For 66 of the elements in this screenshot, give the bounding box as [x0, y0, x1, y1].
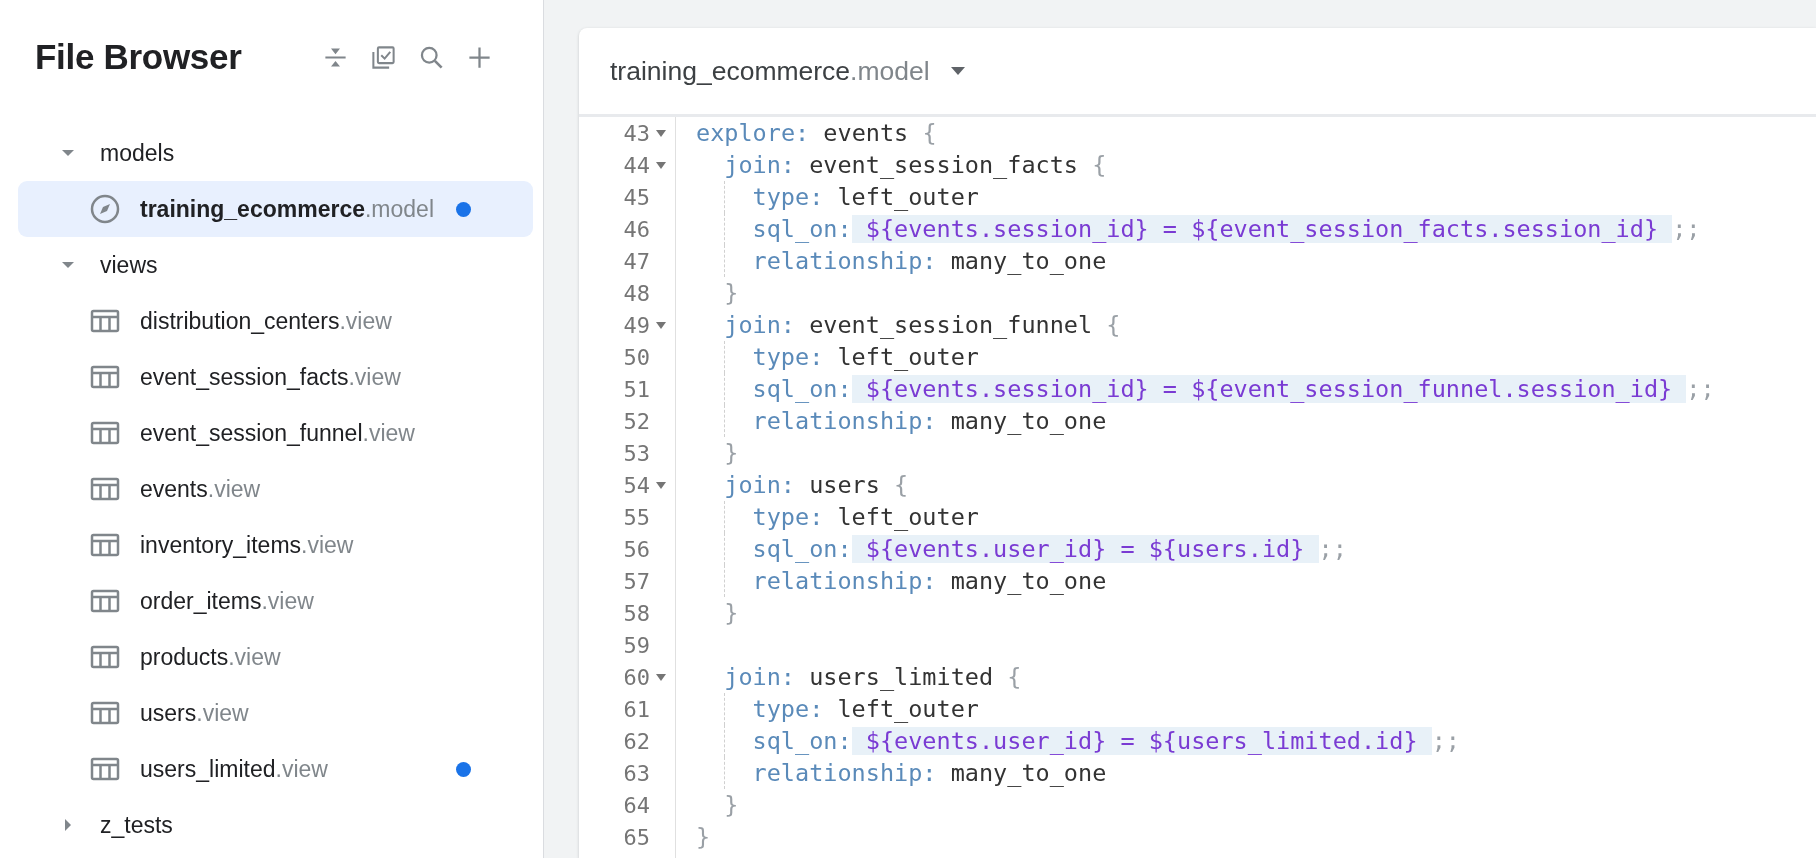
code-line: join: users { — [723, 470, 910, 501]
line-number: 59 — [622, 632, 650, 658]
line-number: 54 — [622, 472, 650, 498]
file-item[interactable]: events.view — [18, 461, 533, 517]
panel-title: File Browser — [35, 37, 242, 77]
line-number: 63 — [622, 760, 650, 786]
file-item[interactable]: training_ecommerce.model — [18, 181, 533, 237]
line-number: 44 — [622, 152, 650, 178]
file-item[interactable]: users_limited.view — [18, 741, 533, 797]
file-item[interactable]: event_session_funnel.view — [18, 405, 533, 461]
code-line: } — [723, 598, 740, 629]
line-number: 64 — [622, 792, 650, 818]
caret-icon — [949, 66, 966, 76]
file-dropdown[interactable]: training_ecommerce.model — [610, 51, 966, 91]
code-line: type: left_outer — [696, 181, 1715, 213]
code-line: join: event_session_funnel { — [723, 310, 1122, 341]
line-number: 48 — [622, 280, 650, 306]
line-number: 53 — [622, 440, 650, 466]
file-item[interactable]: order_items.view — [18, 573, 533, 629]
file-item[interactable]: users.view — [18, 685, 533, 741]
file-item[interactable]: inventory_items.view — [18, 517, 533, 573]
line-number: 51 — [622, 376, 650, 402]
checkbox-stack-icon[interactable] — [370, 43, 397, 71]
line-number: 58 — [622, 600, 650, 626]
code-line: } — [723, 438, 740, 469]
code-line: type: left_outer — [696, 341, 1715, 373]
fold-icon[interactable] — [656, 321, 666, 329]
code-line: join: users_limited { — [723, 662, 1023, 693]
folder-item[interactable]: z_tests — [0, 797, 543, 853]
file-item[interactable]: event_session_facts.view — [18, 349, 533, 405]
line-number: 56 — [622, 536, 650, 562]
code-line: sql_on: ${events.user_id} = ${users_limited.id} ;; — [696, 725, 1715, 757]
code-line: sql_on: ${events.user_id} = ${users.id} ;; — [696, 533, 1715, 565]
compass-icon — [90, 194, 120, 224]
line-number: 50 — [622, 344, 650, 370]
line-number: 60 — [622, 664, 650, 690]
code-line: type: left_outer — [696, 693, 1715, 725]
line-number: 65 — [622, 824, 650, 850]
line-number: 43 — [622, 120, 650, 146]
code-line: relationship: many_to_one — [696, 245, 1715, 277]
code-line: relationship: many_to_one — [696, 757, 1715, 789]
line-number: 52 — [622, 408, 650, 434]
folder-item[interactable]: views — [0, 237, 543, 293]
code-line: relationship: many_to_one — [696, 405, 1715, 437]
code-line: } — [696, 822, 712, 853]
fold-icon[interactable] — [656, 673, 666, 681]
line-number: 45 — [622, 184, 650, 210]
code-line: } — [723, 278, 740, 309]
code-line: explore: events { — [696, 118, 938, 149]
line-number: 46 — [622, 216, 650, 242]
code-line: join: event_session_facts { — [723, 150, 1108, 181]
line-number: 57 — [622, 568, 650, 594]
line-number: 55 — [622, 504, 650, 530]
fold-icon[interactable] — [656, 481, 666, 489]
line-number: 61 — [622, 696, 650, 722]
line-number: 62 — [622, 728, 650, 754]
line-number: 49 — [622, 312, 650, 338]
code-line: } — [723, 790, 740, 821]
code-line: type: left_outer — [696, 501, 1715, 533]
code-line: relationship: many_to_one — [696, 565, 1715, 597]
file-item[interactable]: distribution_centers.view — [18, 293, 533, 349]
line-number: 47 — [622, 248, 650, 274]
folder-item[interactable]: models — [0, 125, 543, 181]
fold-icon[interactable] — [656, 161, 666, 169]
file-item[interactable]: products.view — [18, 629, 533, 685]
fold-icon[interactable] — [656, 129, 666, 137]
